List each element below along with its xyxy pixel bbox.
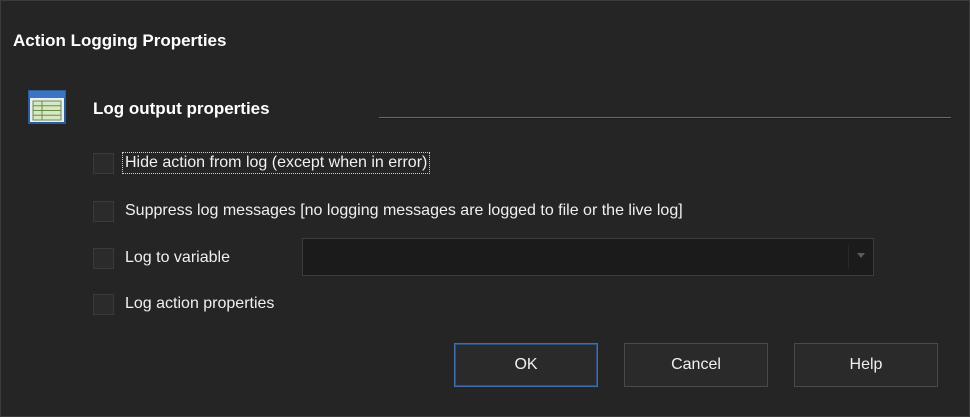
cancel-button[interactable]: Cancel: [624, 343, 768, 387]
help-button[interactable]: Help: [794, 343, 938, 387]
log-to-variable-label[interactable]: Log to variable: [123, 248, 232, 268]
hide-action-checkbox[interactable]: [93, 152, 114, 174]
suppress-log-checkbox[interactable]: [93, 200, 114, 222]
variable-select[interactable]: [302, 238, 874, 276]
suppress-log-option[interactable]: Suppress log messages [no logging messag…: [93, 198, 685, 224]
variable-select-separator: [848, 245, 849, 269]
log-action-properties-checkbox[interactable]: [93, 293, 114, 315]
log-action-properties-option[interactable]: Log action properties: [93, 291, 276, 317]
section-title: Log output properties: [93, 99, 270, 118]
log-action-properties-label[interactable]: Log action properties: [123, 294, 276, 314]
action-logging-dialog: Action Logging Properties Log output pro…: [0, 0, 970, 417]
section-divider: [379, 117, 951, 119]
hide-action-label[interactable]: Hide action from log (except when in err…: [121, 152, 431, 174]
log-to-variable-checkbox[interactable]: [93, 247, 114, 269]
ok-button[interactable]: OK: [454, 343, 598, 387]
chevron-down-icon[interactable]: [857, 253, 865, 258]
properties-grid-icon: [27, 89, 67, 125]
hide-action-option[interactable]: Hide action from log (except when in err…: [93, 150, 431, 176]
log-to-variable-option[interactable]: Log to variable: [93, 245, 232, 271]
suppress-log-label[interactable]: Suppress log messages [no logging messag…: [123, 201, 685, 221]
dialog-title: Action Logging Properties: [13, 31, 227, 50]
